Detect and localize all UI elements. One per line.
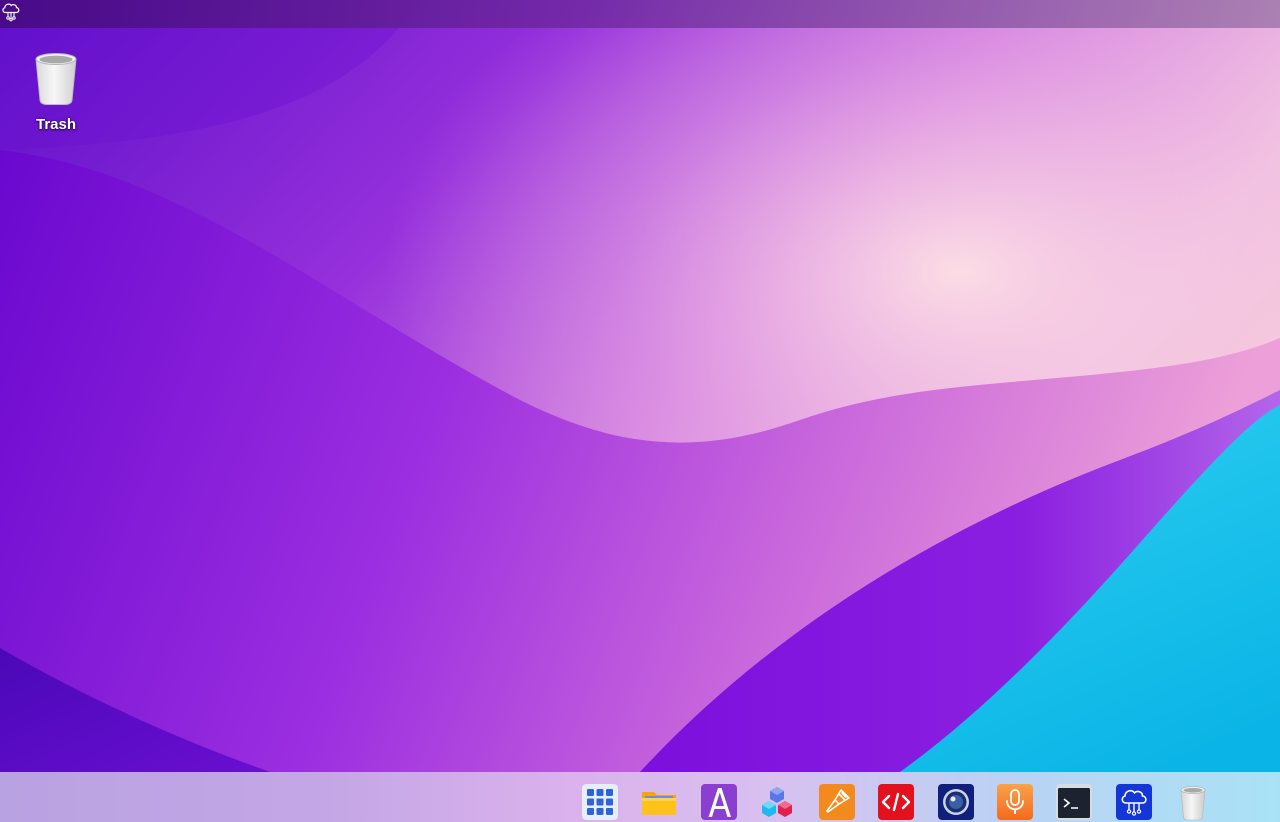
dock-item-app-grid[interactable] bbox=[582, 784, 618, 820]
dock-item-files[interactable] bbox=[641, 784, 677, 820]
dock-item-cubes[interactable] bbox=[759, 784, 795, 820]
code-editor-icon bbox=[878, 784, 914, 820]
dock-item-fonts[interactable] bbox=[701, 784, 737, 820]
desktop: Trash bbox=[0, 0, 1280, 822]
dock-item-camera[interactable] bbox=[938, 784, 974, 820]
font-a-icon bbox=[701, 784, 737, 820]
trash-icon bbox=[1175, 784, 1211, 820]
top-bar bbox=[0, 0, 1280, 28]
folder-icon bbox=[641, 784, 677, 820]
terminal-icon bbox=[1056, 784, 1092, 820]
dock-item-code-editor[interactable] bbox=[878, 784, 914, 820]
dock-item-recorder[interactable] bbox=[997, 784, 1033, 820]
dock-item-trash[interactable] bbox=[1175, 784, 1211, 820]
desktop-icon-trash[interactable]: Trash bbox=[22, 50, 90, 142]
cloud-network-icon bbox=[1116, 784, 1152, 820]
trash-icon bbox=[22, 50, 90, 106]
camera-lens-icon bbox=[938, 784, 974, 820]
dock-item-paint[interactable] bbox=[819, 784, 855, 820]
cubes-icon bbox=[759, 784, 795, 820]
dock-item-cloud-network[interactable] bbox=[1116, 784, 1152, 820]
dock bbox=[0, 772, 1280, 822]
desktop-icon-label: Trash bbox=[35, 116, 77, 133]
dock-item-terminal[interactable] bbox=[1056, 784, 1092, 820]
cloud-network-icon[interactable] bbox=[0, 0, 22, 22]
microphone-icon bbox=[997, 784, 1033, 820]
wallpaper bbox=[0, 0, 1280, 822]
app-grid-icon bbox=[582, 784, 618, 820]
paintbrush-icon bbox=[819, 784, 855, 820]
